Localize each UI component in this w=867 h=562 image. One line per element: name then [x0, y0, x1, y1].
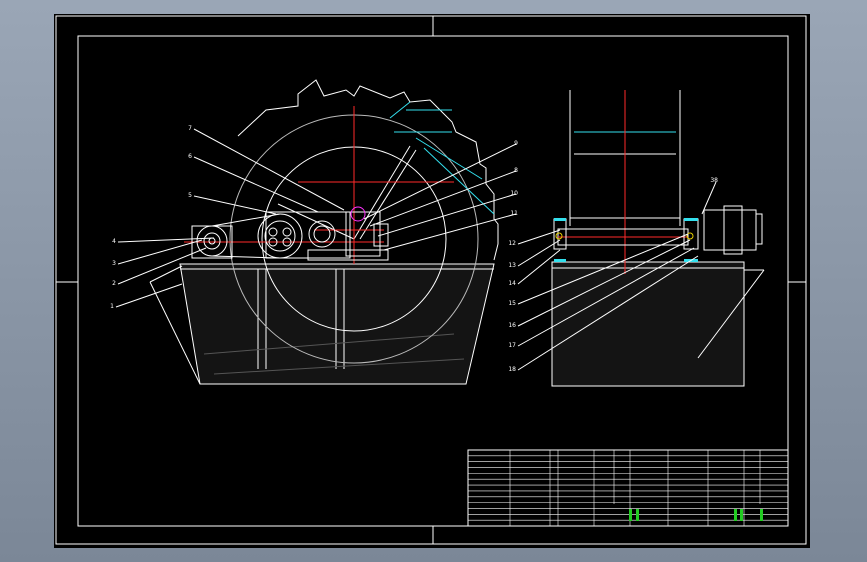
part-balloon-label: 15 [508, 300, 516, 307]
cad-drawing: 7 6 5 4 3 2 1 9 8 10 11 38 12 13 14 15 16 17 18 [55, 15, 807, 545]
part-balloon-label: 16 [508, 322, 516, 329]
bearing-marks [554, 218, 698, 262]
part-balloon-label: 3 [112, 260, 116, 267]
part-balloon-label: 38 [710, 177, 718, 184]
part-balloon-label: 6 [188, 153, 192, 160]
green-marks [629, 509, 763, 521]
part-balloon-label: 5 [188, 192, 192, 199]
side-view [517, 90, 765, 387]
part-balloon-label: 18 [508, 366, 516, 373]
part-balloon-label: 10 [510, 190, 518, 197]
part-balloon-label: 1 [110, 303, 114, 310]
part-balloon-label: 14 [508, 280, 516, 287]
part-balloon-label: 12 [508, 240, 516, 247]
part-balloon-label: 9 [514, 140, 518, 147]
part-balloon-label: 4 [112, 238, 116, 245]
part-balloon-label: 2 [112, 280, 116, 287]
part-balloon-label: 11 [510, 210, 518, 217]
part-balloon-label: 13 [508, 262, 516, 269]
front-view [115, 79, 517, 385]
title-block [467, 449, 789, 527]
tank-front [179, 263, 495, 385]
part-balloon-label: 17 [508, 342, 516, 349]
wheel-blades [389, 101, 495, 215]
drive-assembly [191, 206, 389, 261]
tank-side [551, 261, 745, 387]
part-balloon-label: 8 [514, 167, 518, 174]
drawing-sheet: 7 6 5 4 3 2 1 9 8 10 11 38 12 13 14 15 16 17 18 [54, 14, 810, 548]
part-balloon-label: 7 [188, 125, 192, 132]
